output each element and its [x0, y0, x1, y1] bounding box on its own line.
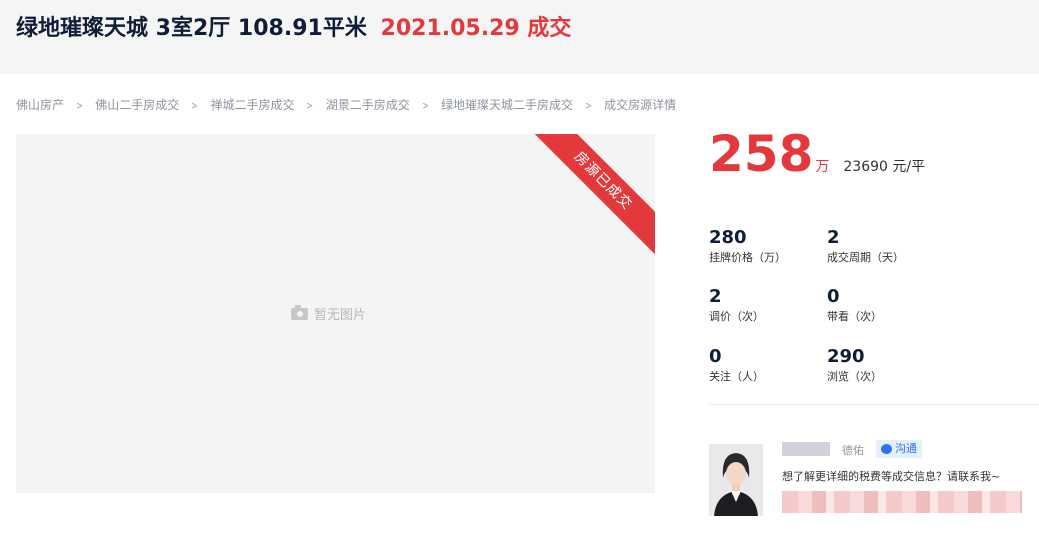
total-price-unit: 万 — [815, 159, 830, 175]
listing-title: 绿地璀璨天城 3室2厅 108.91平米 — [16, 16, 367, 41]
no-photo-placeholder: 暂无图片 — [291, 304, 366, 323]
breadcrumb-item-chancheng-deals[interactable]: 禅城二手房成交 — [210, 96, 294, 113]
deal-price: 258 万 23690 元/平 — [709, 122, 925, 186]
stat-label: 成交周期（天） — [827, 251, 904, 264]
page-header: 绿地璀璨天城 3室2厅 108.91平米 2021.05.29 成交 — [0, 0, 1039, 74]
stat-viewings: 0 带看（次） — [827, 287, 937, 324]
stat-value: 0 — [709, 346, 722, 367]
stat-price-adjust: 2 调价（次） — [709, 287, 819, 324]
stat-label: 浏览（次） — [827, 370, 882, 383]
agent-name-redacted — [782, 442, 830, 456]
unit-price: 23690 元/平 — [843, 159, 926, 175]
stat-value: 2 — [709, 286, 722, 307]
stat-value: 290 — [827, 346, 865, 367]
sold-ribbon: 房源已成交 — [528, 134, 655, 256]
stat-value: 280 — [709, 227, 747, 248]
stat-page-views: 290 浏览（次） — [827, 347, 937, 384]
listing-photo-area: 房源已成交 暂无图片 — [16, 134, 655, 493]
chat-button[interactable]: 沟通 — [876, 440, 922, 458]
agent-message: 想了解更详细的税费等成交信息？请联系我~ — [782, 470, 1001, 483]
chevron-right-icon: > — [191, 99, 199, 112]
stat-followers: 0 关注（人） — [709, 347, 819, 384]
stat-label: 关注（人） — [709, 370, 764, 383]
stat-value: 2 — [827, 227, 840, 248]
agent-company: 德佑 — [842, 444, 864, 457]
agent-avatar[interactable] — [709, 444, 763, 516]
breadcrumb: 佛山房产 > 佛山二手房成交 > 禅城二手房成交 > 湖景二手房成交 > 绿地璀璨天城二手房成交… — [16, 96, 676, 113]
divider — [709, 404, 1039, 405]
chat-bubble-icon — [881, 444, 892, 454]
stat-label: 调价（次） — [709, 310, 764, 323]
chevron-right-icon: > — [585, 99, 592, 112]
breadcrumb-item-current: 成交房源详情 — [604, 98, 677, 112]
chat-button-label: 沟通 — [895, 442, 917, 455]
stat-value: 0 — [827, 286, 840, 307]
stat-deal-cycle: 2 成交周期（天） — [827, 228, 937, 265]
breadcrumb-item-foshan-deals[interactable]: 佛山二手房成交 — [95, 96, 179, 113]
breadcrumb-item-hujing-deals[interactable]: 湖景二手房成交 — [326, 96, 410, 113]
stat-listing-price: 280 挂牌价格（万） — [709, 228, 819, 265]
camera-icon — [291, 304, 308, 320]
breadcrumb-item-foshan-realestate[interactable]: 佛山房产 — [16, 96, 64, 113]
chevron-right-icon: > — [306, 99, 314, 112]
agent-phone-redacted — [782, 491, 1022, 513]
stat-label: 挂牌价格（万） — [709, 251, 786, 264]
chevron-right-icon: > — [422, 99, 429, 112]
deal-date: 2021.05.29 成交 — [380, 16, 572, 41]
stat-label: 带看（次） — [827, 310, 882, 323]
page-title: 绿地璀璨天城 3室2厅 108.91平米 2021.05.29 成交 — [16, 10, 571, 42]
breadcrumb-item-community-deals[interactable]: 绿地璀璨天城二手房成交 — [441, 96, 573, 113]
total-price: 258 — [709, 125, 814, 183]
no-photo-label: 暂无图片 — [314, 308, 367, 323]
chevron-right-icon: > — [76, 99, 83, 112]
